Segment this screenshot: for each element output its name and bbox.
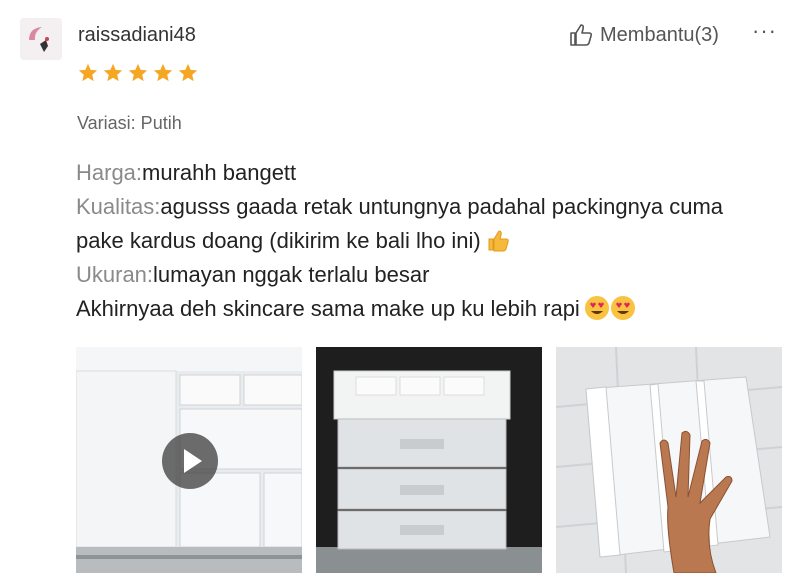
heart-eyes-emoji-icon bbox=[584, 296, 609, 320]
review-line-closing: Akhirnyaa deh skincare sama make up ku l… bbox=[76, 292, 776, 326]
review-video-thumbnail[interactable] bbox=[76, 347, 302, 573]
star-rating bbox=[77, 62, 199, 84]
ukuran-text: lumayan nggak terlalu besar bbox=[153, 262, 430, 287]
star-icon bbox=[178, 63, 198, 82]
review-photo-2[interactable] bbox=[316, 347, 542, 573]
review-line-ukuran: Ukuran:lumayan nggak terlalu besar bbox=[76, 258, 776, 292]
thumbs-up-emoji-icon bbox=[488, 230, 509, 252]
harga-text: murahh bangett bbox=[142, 160, 297, 185]
review-line-harga: Harga:murahh bangett bbox=[76, 156, 776, 190]
reviewer-avatar[interactable] bbox=[20, 18, 62, 60]
review-photo-3[interactable] bbox=[556, 347, 782, 573]
star-icon bbox=[128, 63, 148, 82]
variant-label: Variasi: Putih bbox=[77, 113, 182, 133]
review-text: Harga:murahh bangett Kualitas:agusss gaa… bbox=[76, 156, 776, 326]
tray-with-hand-photo bbox=[556, 347, 782, 573]
drawer-organizer-photo bbox=[316, 347, 542, 573]
kualitas-text: agusss gaada retak untungnya padahal pac… bbox=[76, 194, 724, 253]
heart-eyes-emoji-icon bbox=[610, 296, 635, 320]
reviewer-username[interactable]: raissadiani48 bbox=[78, 24, 196, 47]
thumbs-up-icon bbox=[570, 24, 593, 46]
star-icon bbox=[153, 63, 173, 82]
ukuran-label: Ukuran: bbox=[76, 262, 154, 287]
star-icon bbox=[78, 63, 98, 82]
more-options-button[interactable]: ··· bbox=[752, 18, 777, 44]
play-icon[interactable] bbox=[162, 433, 218, 489]
avatar-image bbox=[20, 18, 62, 60]
harga-label: Harga: bbox=[76, 160, 143, 185]
helpful-label: Membantu(3) bbox=[600, 23, 719, 46]
kualitas-label: Kualitas: bbox=[76, 194, 161, 219]
review-media-list bbox=[76, 347, 782, 573]
star-icon bbox=[103, 63, 123, 82]
closing-text: Akhirnyaa deh skincare sama make up ku l… bbox=[76, 296, 580, 321]
helpful-button[interactable]: Membantu(3) bbox=[568, 22, 719, 48]
review-line-kualitas: Kualitas:agusss gaada retak untungnya pa… bbox=[76, 190, 776, 258]
